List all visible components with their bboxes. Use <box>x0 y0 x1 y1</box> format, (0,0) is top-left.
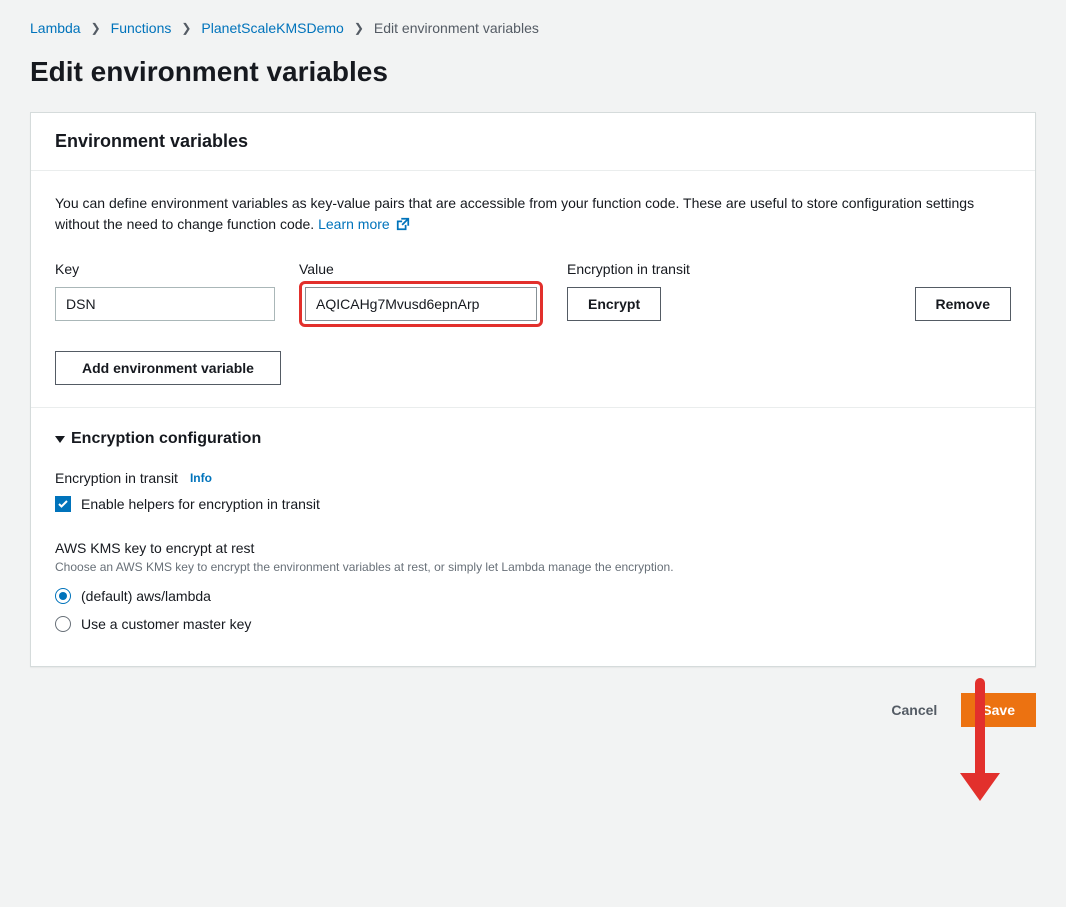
panel-header: Environment variables <box>31 113 1035 171</box>
encrypt-button[interactable]: Encrypt <box>567 287 661 321</box>
chevron-right-icon: ❯ <box>91 21 101 35</box>
radio-selected-icon[interactable] <box>55 588 71 604</box>
form-footer: Cancel Save <box>30 693 1036 727</box>
cancel-button[interactable]: Cancel <box>879 693 949 727</box>
kms-option-default-label: (default) aws/lambda <box>81 588 211 604</box>
chevron-right-icon: ❯ <box>181 21 191 35</box>
learn-more-text: Learn more <box>318 216 390 232</box>
enable-helpers-checkbox[interactable] <box>55 496 71 512</box>
enable-helpers-row[interactable]: Enable helpers for encryption in transit <box>55 496 1011 512</box>
key-input[interactable] <box>55 287 275 321</box>
key-column-label: Key <box>55 261 275 277</box>
kms-heading: AWS KMS key to encrypt at rest <box>55 540 1011 556</box>
kms-option-cmk-label: Use a customer master key <box>81 616 251 632</box>
panel-description: You can define environment variables as … <box>55 193 1011 237</box>
radio-unselected-icon[interactable] <box>55 616 71 632</box>
breadcrumb-current: Edit environment variables <box>374 20 539 36</box>
caret-down-icon <box>55 436 65 443</box>
encryption-config-title: Encryption configuration <box>71 430 261 448</box>
add-env-var-button[interactable]: Add environment variable <box>55 351 281 385</box>
value-column-label: Value <box>299 261 543 277</box>
value-highlight-annotation <box>299 281 543 327</box>
breadcrumb-functions[interactable]: Functions <box>111 20 172 36</box>
save-button[interactable]: Save <box>961 693 1036 727</box>
kms-option-default[interactable]: (default) aws/lambda <box>55 588 1011 604</box>
env-var-row-header: Key Value Encryption in transit Encrypt … <box>55 261 1011 327</box>
page-title: Edit environment variables <box>30 56 1036 88</box>
transit-column-label: Encryption in transit <box>567 261 787 277</box>
breadcrumb-function-name[interactable]: PlanetScaleKMSDemo <box>201 20 343 36</box>
description-text: You can define environment variables as … <box>55 195 974 232</box>
encryption-transit-heading: Encryption in transit <box>55 470 178 486</box>
breadcrumb: Lambda ❯ Functions ❯ PlanetScaleKMSDemo … <box>30 20 1036 36</box>
remove-button[interactable]: Remove <box>915 287 1011 321</box>
external-link-icon <box>396 216 410 237</box>
panel-heading: Environment variables <box>55 131 1011 152</box>
env-variables-panel: Environment variables You can define env… <box>30 112 1036 667</box>
value-input[interactable] <box>305 287 537 321</box>
enable-helpers-label: Enable helpers for encryption in transit <box>81 496 320 512</box>
info-link[interactable]: Info <box>190 471 212 485</box>
kms-option-cmk[interactable]: Use a customer master key <box>55 616 1011 632</box>
learn-more-link[interactable]: Learn more <box>318 216 409 232</box>
breadcrumb-lambda[interactable]: Lambda <box>30 20 81 36</box>
kms-subtext: Choose an AWS KMS key to encrypt the env… <box>55 560 1011 574</box>
chevron-right-icon: ❯ <box>354 21 364 35</box>
encryption-config-expander[interactable]: Encryption configuration <box>55 430 1011 448</box>
